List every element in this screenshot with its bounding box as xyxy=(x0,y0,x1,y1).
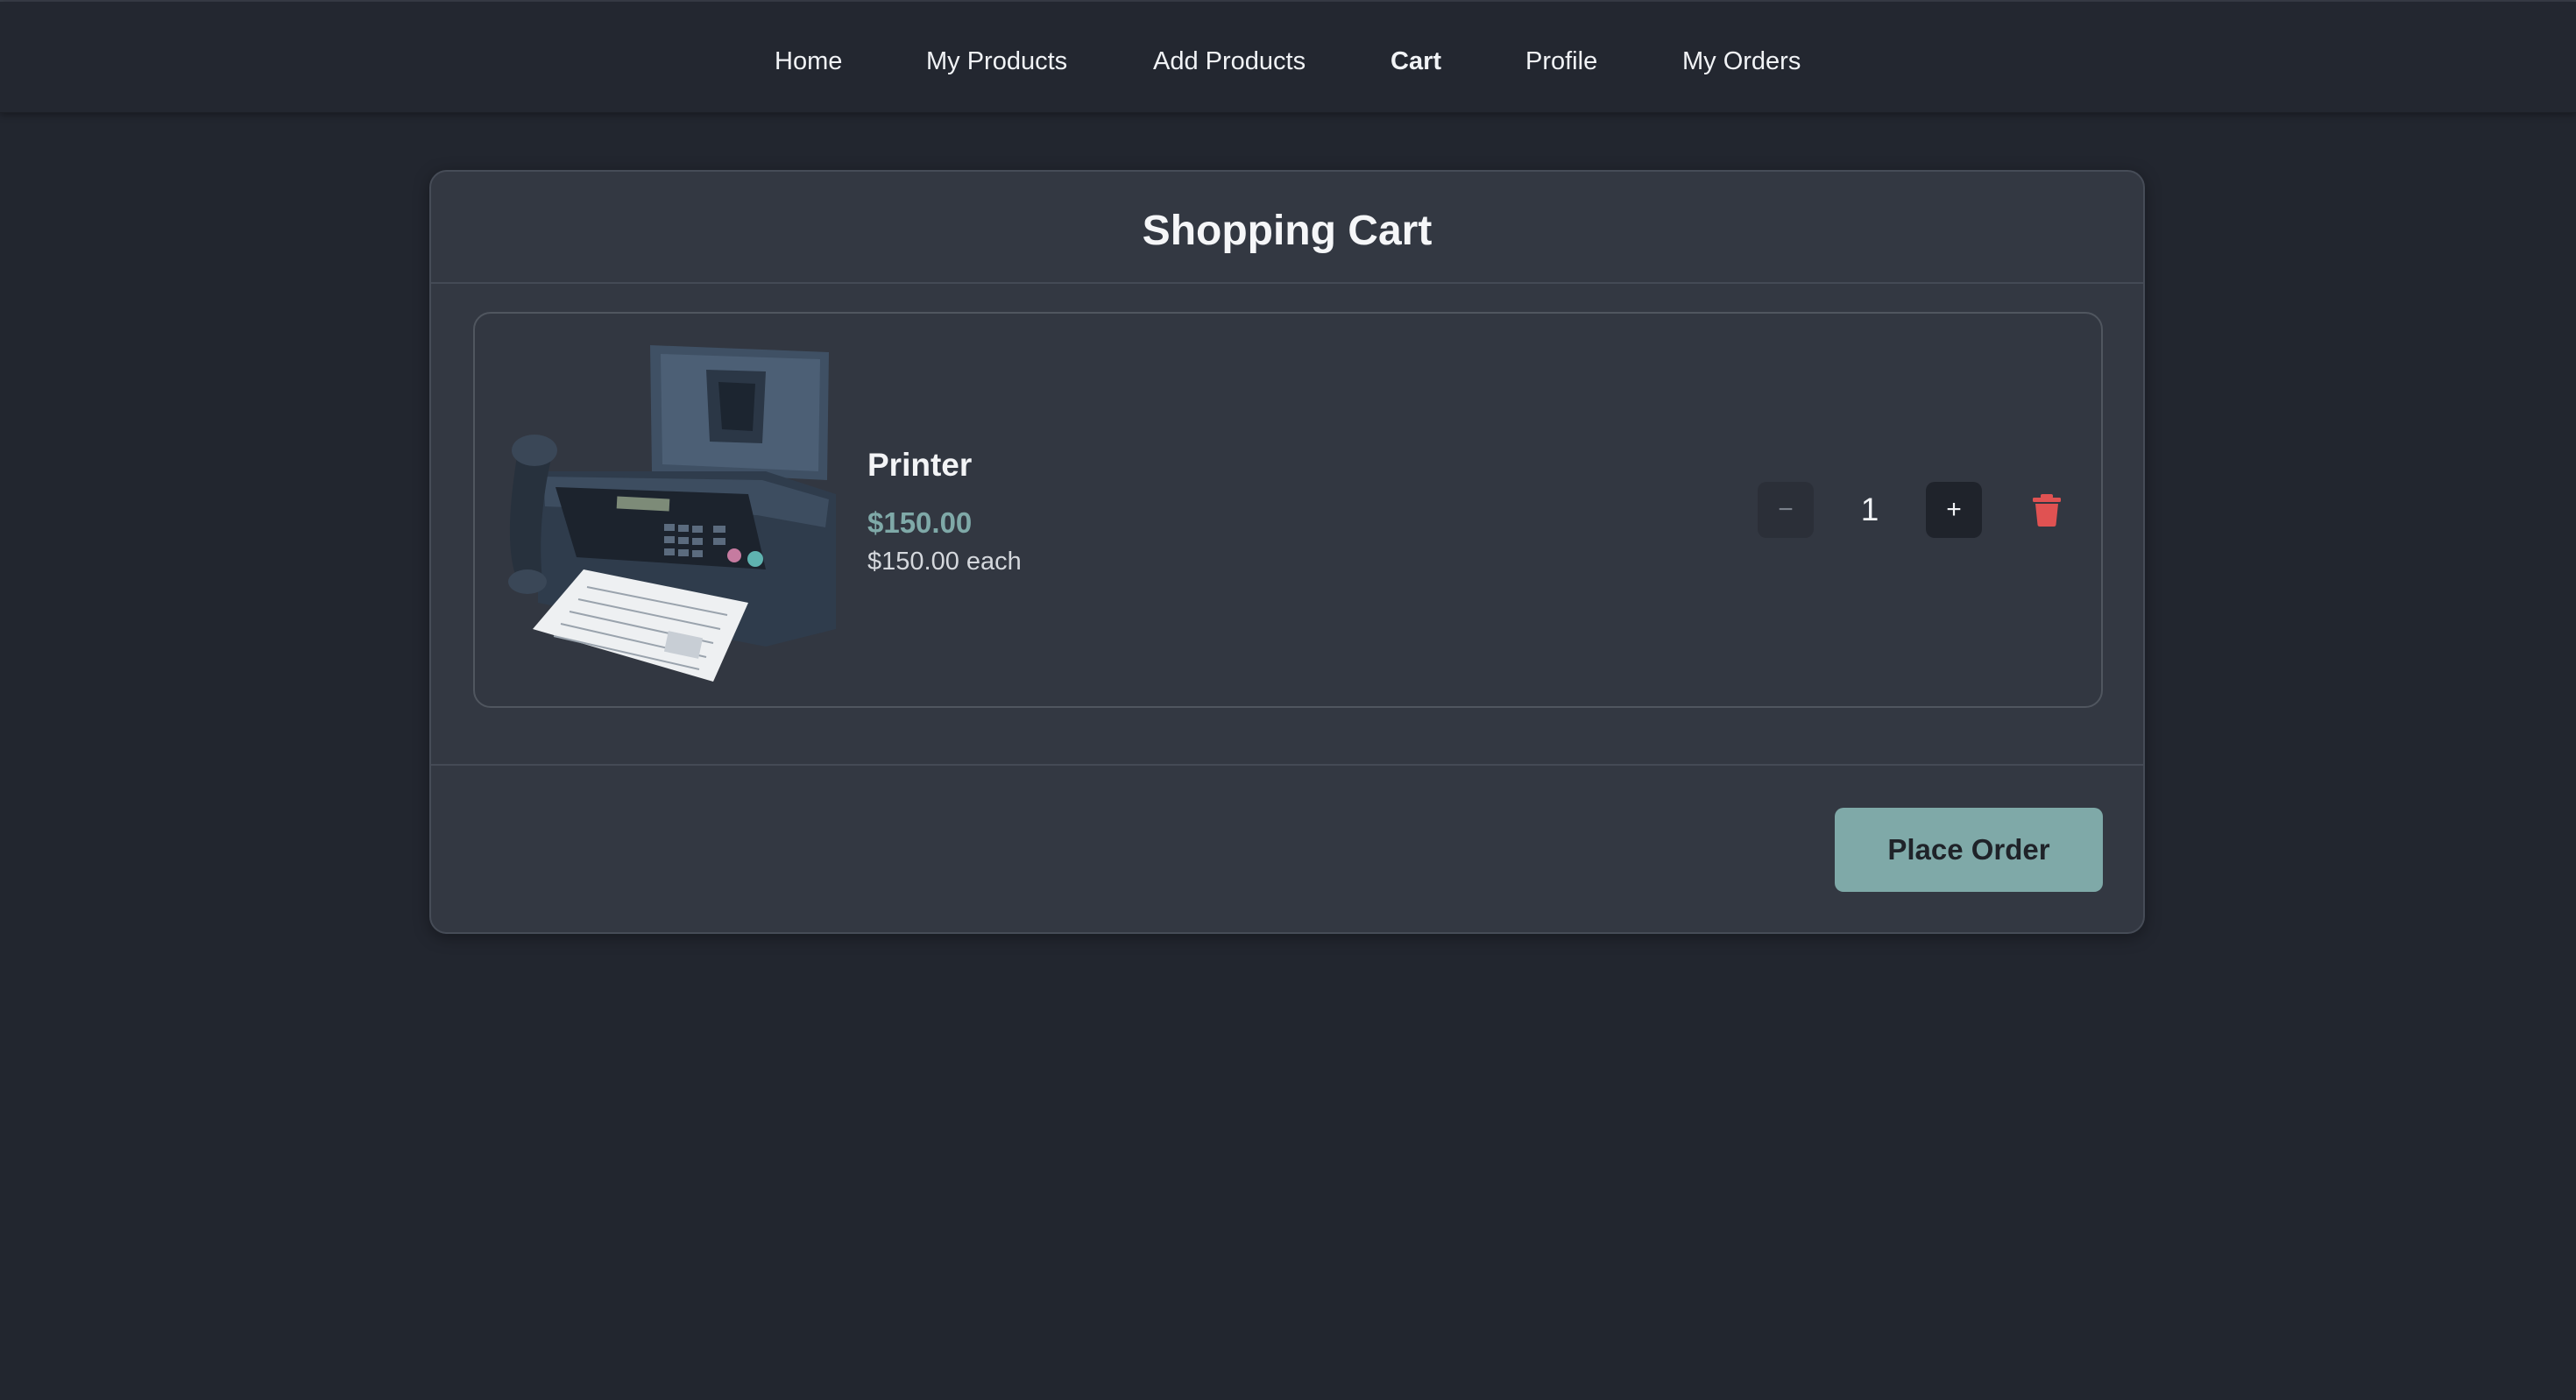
quantity-value: 1 xyxy=(1860,491,1879,527)
plus-icon: + xyxy=(1946,495,1962,524)
top-navbar: Home My Products Add Products Cart Profi… xyxy=(0,2,2576,113)
minus-icon: − xyxy=(1778,495,1794,524)
nav-cart[interactable]: Cart xyxy=(1391,44,1441,79)
increase-quantity-button[interactable]: + xyxy=(1926,482,1982,538)
trash-icon[interactable] xyxy=(2029,492,2064,527)
cart-item: Printer $150.00 $150.00 each − 1 + xyxy=(473,312,2103,708)
shopping-cart-card: Shopping Cart Printer $150.00 $150.00 ea… xyxy=(429,170,2145,934)
header-divider xyxy=(431,282,2143,284)
fax-printer-image xyxy=(508,345,836,682)
decrease-quantity-button[interactable]: − xyxy=(1758,482,1814,538)
nav-add-products[interactable]: Add Products xyxy=(1153,44,1306,79)
cart-title: Shopping Cart xyxy=(1142,208,1433,254)
item-unit-price: $150.00 each xyxy=(867,548,1022,576)
footer-divider xyxy=(431,764,2143,766)
item-name: Printer xyxy=(867,447,973,483)
nav-my-products[interactable]: My Products xyxy=(926,44,1067,79)
place-order-button[interactable]: Place Order xyxy=(1835,808,2103,892)
nav-home[interactable]: Home xyxy=(775,44,842,79)
nav-my-orders[interactable]: My Orders xyxy=(1682,44,1801,79)
item-total-price: $150.00 xyxy=(867,506,973,539)
nav-profile[interactable]: Profile xyxy=(1525,44,1597,79)
